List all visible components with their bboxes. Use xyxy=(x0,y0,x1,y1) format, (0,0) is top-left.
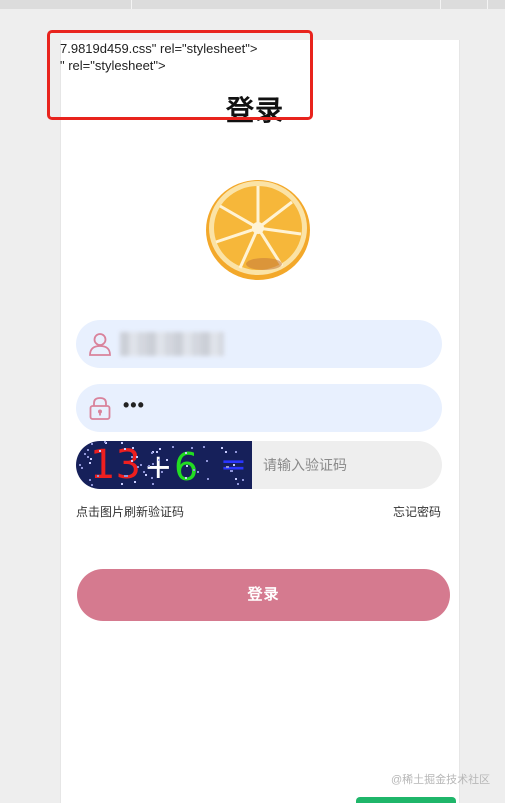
captcha-row: 13 + 6 = xyxy=(76,441,442,489)
captcha-noise-dot xyxy=(152,463,154,465)
captcha-noise-dot xyxy=(84,453,86,455)
captcha-noise-dot xyxy=(97,475,99,477)
captcha-noise-dot xyxy=(137,466,139,468)
captcha-noise-dot xyxy=(185,477,187,479)
captcha-noise-dot xyxy=(161,471,163,473)
captcha-noise-dot xyxy=(235,478,237,480)
captcha-refresh-hint: 点击图片刷新验证码 xyxy=(76,505,185,519)
bottom-green-tab xyxy=(356,797,456,803)
captcha-noise-dot xyxy=(89,479,91,481)
orange-slice-logo xyxy=(206,180,310,280)
captcha-noise-dot xyxy=(242,479,244,481)
captcha-noise-dot xyxy=(193,469,195,471)
username-field[interactable] xyxy=(76,320,442,368)
captcha-noise-dot xyxy=(151,477,153,479)
captcha-noise-dot xyxy=(221,447,223,449)
captcha-noise-dot xyxy=(131,456,133,458)
captcha-noise-dot xyxy=(197,471,199,473)
captcha-noise-dot xyxy=(158,459,160,461)
captcha-noise-dot xyxy=(206,460,208,462)
captcha-noise-dot xyxy=(151,452,153,454)
captcha-image[interactable]: 13 + 6 = xyxy=(76,441,252,489)
captcha-noise-dot xyxy=(186,465,188,467)
captcha-noise-dot xyxy=(145,474,147,476)
captcha-noise-dot xyxy=(152,483,154,485)
strip-divider xyxy=(440,0,441,9)
captcha-noise-dot xyxy=(121,483,123,485)
captcha-noise-dot xyxy=(91,443,93,445)
strip-divider xyxy=(487,0,488,9)
captcha-noise-dot xyxy=(226,466,228,468)
captcha-noise-dot xyxy=(191,447,193,449)
captcha-noise-dot xyxy=(235,451,237,453)
username-value-blurred xyxy=(120,332,224,356)
captcha-noise-dot xyxy=(237,483,239,485)
watermark: @稀土掘金技术社区 xyxy=(391,774,491,786)
captcha-noise-dot xyxy=(132,447,134,449)
captcha-noise-dot xyxy=(207,478,209,480)
captcha-noise-dot xyxy=(185,452,187,454)
captcha-noise-dot xyxy=(231,470,233,472)
captcha-noise-dot xyxy=(87,456,89,458)
login-button[interactable]: 登录 xyxy=(77,569,450,621)
captcha-noise-dot xyxy=(124,448,126,450)
browser-top-strip xyxy=(0,0,505,9)
forgot-password-link[interactable]: 忘记密码 xyxy=(393,503,441,520)
captcha-noise-dot xyxy=(156,451,158,453)
captcha-noise-dot xyxy=(104,441,106,443)
highlight-box xyxy=(47,30,313,120)
captcha-noise-dot xyxy=(126,475,128,477)
captcha-operator: + xyxy=(144,447,173,487)
captcha-noise-dot xyxy=(140,464,142,466)
captcha-noise-dot xyxy=(136,456,138,458)
captcha-noise-dot xyxy=(90,458,92,460)
captcha-noise-dot xyxy=(143,471,145,473)
captcha-noise-dot xyxy=(225,451,227,453)
captcha-noise-dot xyxy=(233,464,235,466)
password-value: ••• xyxy=(123,395,145,415)
user-icon xyxy=(89,333,111,356)
captcha-noise-dot xyxy=(159,448,161,450)
captcha-noise-dot xyxy=(172,446,174,448)
password-field[interactable]: ••• xyxy=(76,384,442,432)
captcha-noise-dot xyxy=(89,462,91,464)
captcha-noise-dot xyxy=(134,481,136,483)
captcha-noise-dot xyxy=(203,446,205,448)
captcha-noise-dot xyxy=(148,465,150,467)
captcha-noise-dot xyxy=(166,459,168,461)
captcha-noise-dot xyxy=(91,484,93,486)
strip-divider xyxy=(131,0,132,9)
captcha-noise-dot xyxy=(87,449,89,451)
captcha-noise-dot xyxy=(79,464,81,466)
captcha-noise-dot xyxy=(81,467,83,469)
captcha-noise-dot xyxy=(121,442,123,444)
captcha-noise-dot xyxy=(131,460,133,462)
lock-icon xyxy=(89,397,111,420)
captcha-noise-dot xyxy=(99,450,101,452)
captcha-input[interactable] xyxy=(252,441,442,489)
